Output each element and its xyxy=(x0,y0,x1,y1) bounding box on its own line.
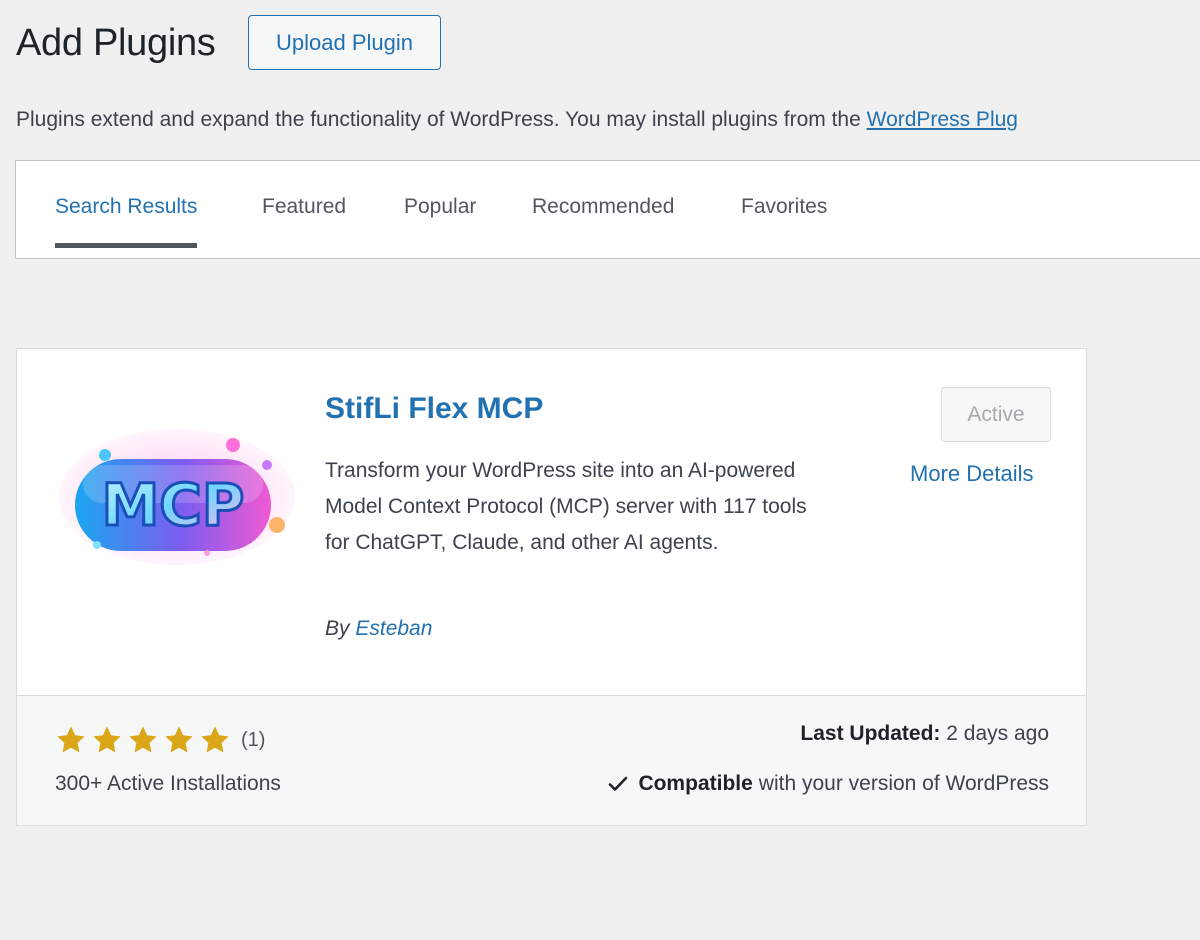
compatible-text: with your version of WordPress xyxy=(758,772,1049,795)
filter-tabs: Search Results Featured Popular Recommen… xyxy=(15,160,1200,259)
star-icon xyxy=(57,726,85,753)
star-icon xyxy=(93,726,121,753)
tab-favorites[interactable]: Favorites xyxy=(741,191,827,243)
intro-text-body: Plugins extend and expand the functional… xyxy=(16,108,867,131)
tab-popular[interactable]: Popular xyxy=(404,191,476,243)
plugin-card-top: MCP StifLi Flex MCP Transform your WordP… xyxy=(17,349,1086,695)
page-title: Add Plugins xyxy=(16,22,216,64)
last-updated: Last Updated: 2 days ago xyxy=(800,722,1049,746)
tab-recommended[interactable]: Recommended xyxy=(532,191,674,243)
mcp-logo-icon[interactable]: MCP xyxy=(57,417,297,567)
plugin-description: Transform your WordPress site into an AI… xyxy=(325,459,807,554)
active-button: Active xyxy=(941,387,1051,442)
star-icon xyxy=(165,726,193,753)
intro-text: Plugins extend and expand the functional… xyxy=(16,104,1018,136)
last-updated-label: Last Updated: xyxy=(800,722,941,745)
star-icon xyxy=(129,726,157,753)
plugin-card: MCP StifLi Flex MCP Transform your WordP… xyxy=(16,348,1087,826)
author-prefix: By xyxy=(325,617,350,640)
compatible-label: Compatible xyxy=(638,772,753,795)
tab-featured[interactable]: Featured xyxy=(262,191,346,243)
plugin-name-link[interactable]: StifLi Flex MCP xyxy=(325,389,543,429)
plugin-card-bottom: (1) 300+ Active Installations Last Updat… xyxy=(17,695,1086,825)
star-icon xyxy=(201,726,229,753)
wordpress-plugin-directory-link[interactable]: WordPress Plug xyxy=(867,108,1018,131)
checkmark-icon xyxy=(609,776,628,791)
active-installations: 300+ Active Installations xyxy=(55,772,281,795)
rating-count: (1) xyxy=(241,728,266,751)
upload-plugin-button[interactable]: Upload Plugin xyxy=(248,15,441,70)
plugin-author: By Esteban xyxy=(325,617,432,641)
mcp-logo-text: MCP xyxy=(102,471,245,539)
star-rating: (1) xyxy=(55,724,265,756)
author-link[interactable]: Esteban xyxy=(355,617,432,640)
tab-search-results[interactable]: Search Results xyxy=(55,191,198,248)
last-updated-value: 2 days ago xyxy=(946,722,1049,745)
compatibility-status: Compatible with your version of WordPres… xyxy=(608,772,1049,796)
more-details-link[interactable]: More Details xyxy=(910,461,1033,487)
